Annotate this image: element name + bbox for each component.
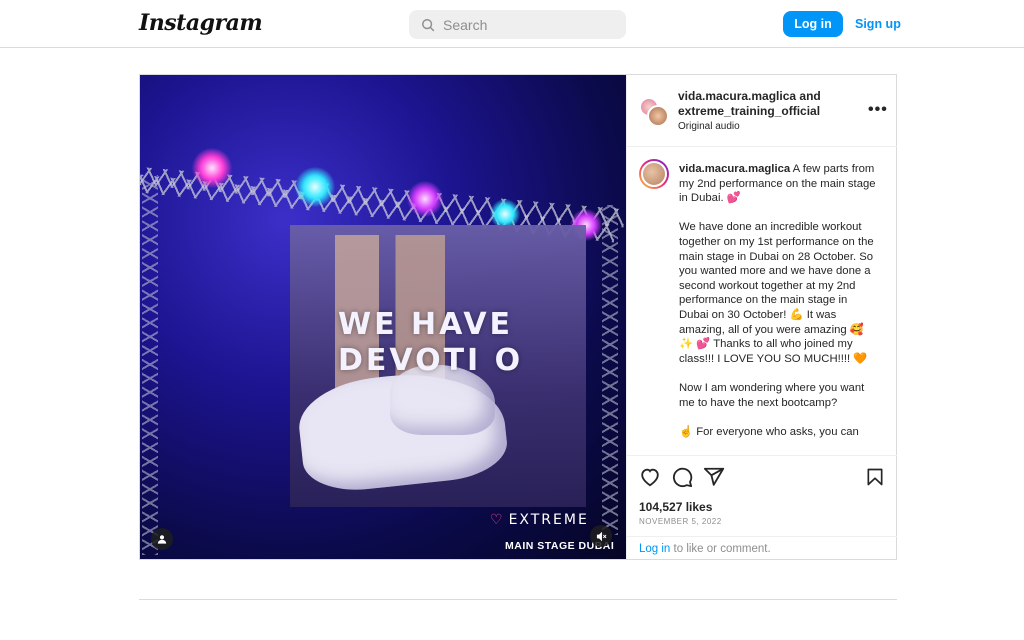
author-avatars[interactable]: [639, 97, 669, 127]
more-options-icon[interactable]: •••: [868, 101, 888, 119]
search-box[interactable]: [409, 10, 626, 39]
post-sidebar: vida.macura.maglica and extreme_training…: [626, 75, 897, 559]
mute-button[interactable]: [590, 525, 612, 547]
overlay-line: DEVOTI O: [338, 343, 524, 378]
tagged-users-button[interactable]: [151, 528, 173, 550]
bookmark-icon[interactable]: [865, 466, 885, 488]
video-overlay-text: WE HAVE DEVOTI O: [338, 307, 523, 379]
top-navigation-bar: Instagram Log in Sign up: [0, 0, 1024, 48]
stage-truss: [602, 205, 618, 535]
search-icon: [422, 18, 435, 31]
stage-light: [407, 181, 443, 217]
caption-text: vida.macura.maglica A few parts from my …: [679, 162, 879, 439]
login-prompt: Log in to like or comment.: [627, 536, 897, 561]
caption-body: A few parts from my 2nd performance on t…: [679, 163, 876, 438]
mute-icon: [596, 531, 606, 541]
share-icon[interactable]: [703, 466, 725, 488]
like-count[interactable]: 104,527 likes: [639, 500, 712, 514]
overlay-line: WE HAVE: [338, 307, 514, 342]
avatar[interactable]: [647, 105, 669, 127]
search-input[interactable]: [443, 16, 613, 33]
heart-icon[interactable]: [639, 466, 661, 488]
stage-light: [295, 167, 335, 207]
brand-watermark: ♡ EXTREME: [490, 512, 589, 528]
caption-username[interactable]: vida.macura.maglica: [679, 163, 790, 175]
login-prompt-text: to like or comment.: [670, 543, 771, 555]
signup-link[interactable]: Sign up: [855, 17, 901, 31]
stage-light: [192, 148, 232, 188]
post-date[interactable]: NOVEMBER 5, 2022: [639, 517, 722, 526]
post-authors[interactable]: vida.macura.maglica and extreme_training…: [678, 89, 821, 119]
author-name[interactable]: vida.macura.maglica and: [678, 89, 821, 104]
comment-icon[interactable]: [671, 466, 693, 488]
author-name[interactable]: extreme_training_official: [678, 104, 821, 119]
avatar[interactable]: [639, 159, 669, 189]
post-caption: vida.macura.maglica A few parts from my …: [627, 147, 897, 455]
brand-name: EXTREME: [508, 512, 589, 528]
section-divider: [139, 599, 897, 600]
post-header: vida.macura.maglica and extreme_training…: [627, 75, 897, 147]
login-button[interactable]: Log in: [783, 11, 843, 37]
post-video[interactable]: WE HAVE DEVOTI O ♡ EXTREME MAIN STAGE DUB…: [140, 75, 626, 559]
user-tag-icon: [157, 535, 167, 544]
post-actions: 104,527 likes NOVEMBER 5, 2022 Log in to…: [627, 455, 897, 559]
stage-truss: [142, 175, 158, 555]
instagram-logo[interactable]: Instagram: [139, 10, 263, 36]
post-card: WE HAVE DEVOTI O ♡ EXTREME MAIN STAGE DUB…: [139, 74, 897, 560]
heart-logo-icon: ♡: [490, 512, 505, 528]
login-link[interactable]: Log in: [639, 543, 670, 555]
audio-label[interactable]: Original audio: [678, 121, 740, 132]
